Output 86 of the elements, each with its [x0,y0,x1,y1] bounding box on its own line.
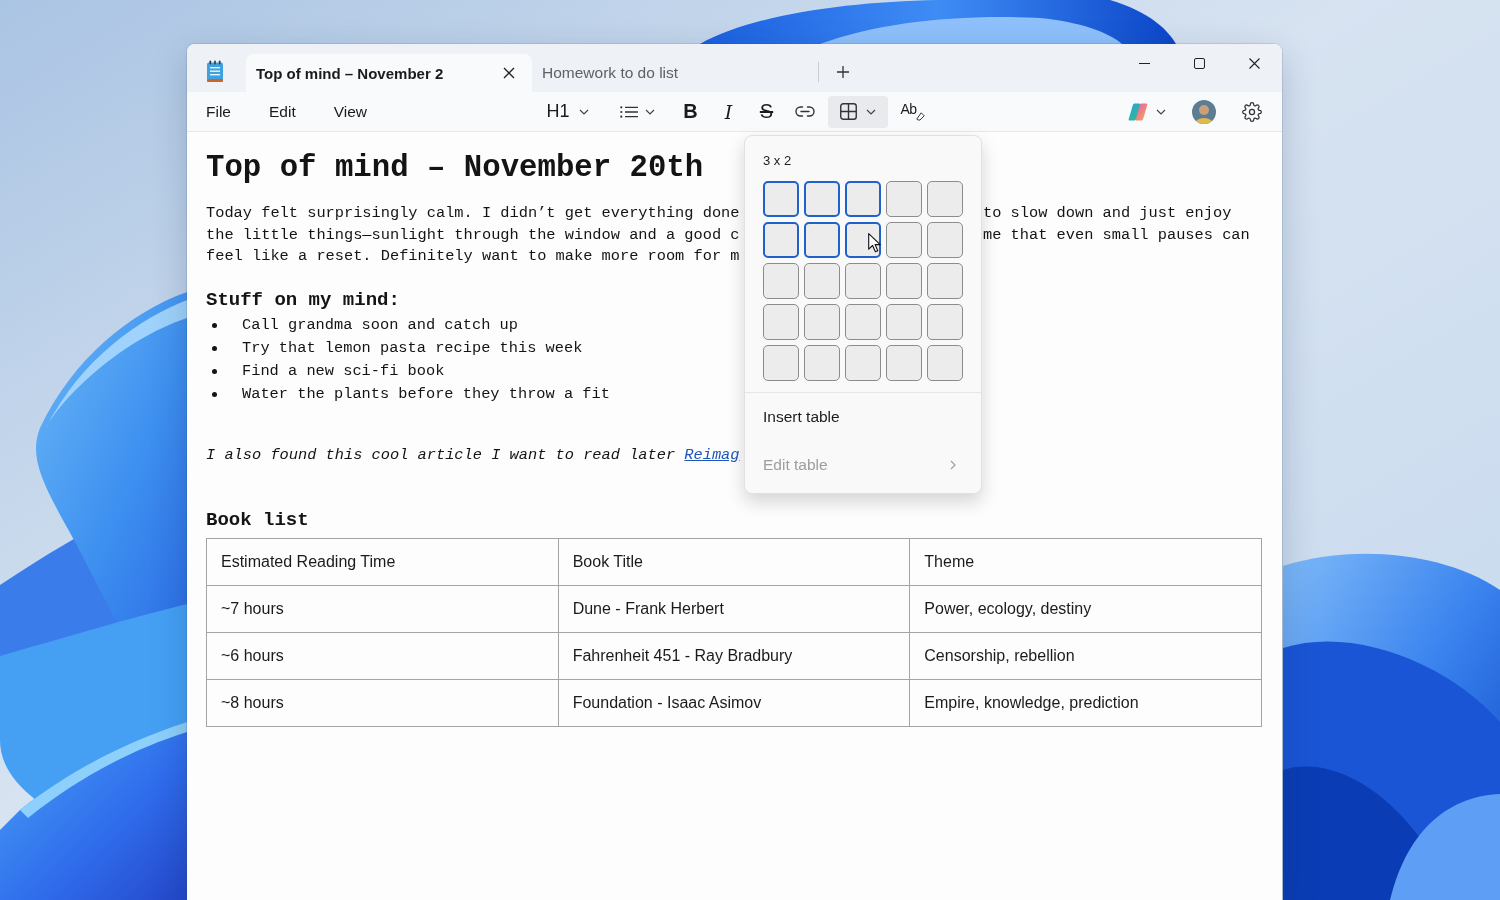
list-item-text: Try that lemon pasta recipe this week [242,338,583,359]
italic-button[interactable]: I [709,95,748,128]
table-icon [839,103,857,120]
article-link[interactable]: Reimag [684,445,740,464]
menu-item[interactable]: Edit [259,97,306,126]
clear-formatting-button[interactable]: Ab [893,95,932,128]
strikethrough-button[interactable]: S [747,95,786,128]
grid-cell[interactable] [886,345,922,381]
list-item-text: Find a new sci-fi book [242,361,445,382]
grid-cell[interactable] [927,263,963,299]
grid-cell[interactable] [886,263,922,299]
grid-cell[interactable] [804,263,840,299]
grid-cell[interactable] [886,304,922,340]
menu-item[interactable]: Insert table [745,393,981,441]
tab[interactable]: Top of mind – November 2 [246,54,532,92]
list-item-text: Call grandma soon and catch up [242,315,518,336]
eraser-icon [915,111,925,121]
grid-cell[interactable] [763,222,799,258]
paragraph-text: to slow down and just enjoy [983,203,1232,224]
grid-cell[interactable] [845,181,881,217]
close-icon [1249,57,1260,69]
swirl-logo-icon [1128,102,1148,121]
bullet-icon [212,392,217,397]
table-cell: ~8 hours [206,679,559,727]
settings-icon [1242,101,1262,122]
grid-cell[interactable] [804,304,840,340]
minimize-icon [1139,62,1150,64]
section-heading: Book list [206,508,309,533]
grid-cell[interactable] [845,304,881,340]
grid-cell[interactable] [763,181,799,217]
paragraph-text: me that even small pauses can [983,224,1250,246]
paragraph-text: Today felt surprisingly calm. I didn’t get everything done [206,203,740,224]
cursor-icon [868,233,881,253]
grid-cell[interactable] [845,345,881,381]
tab[interactable]: Homework to do list [532,54,818,92]
chevron-down-icon [1156,108,1166,115]
table-cell: ~7 hours [206,585,559,633]
grid-cell[interactable] [804,345,840,381]
avatar-icon [1192,99,1216,124]
table-cell: Fahrenheit 451 - Ray Bradbury [558,632,910,680]
bullet-icon [212,323,217,328]
grid-cell[interactable] [845,222,881,258]
list-item-text: Water the plants before they throw a fit [242,384,610,405]
grid-cell[interactable] [763,263,799,299]
chevron-down-icon [865,108,876,115]
table-cell: Foundation - Isaac Asimov [558,679,910,727]
heading-dropdown[interactable]: H1 [537,95,598,128]
notepad-icon [205,60,225,83]
grid-cell[interactable] [927,181,963,217]
grid-cell[interactable] [927,304,963,340]
section-heading: Stuff on my mind: [206,287,400,312]
paragraph-text: the little things—sunlight through the window and a good c [206,224,740,246]
grid-cell[interactable] [804,222,840,258]
document-title: Top of mind – November 20th [206,149,704,187]
list-icon [620,105,638,118]
bullet-icon [212,346,217,351]
grid-cell[interactable] [845,263,881,299]
table-cell: Dune - Frank Herbert [558,585,910,633]
note-text: I also found this cool article I want to read later Reimag [206,444,740,466]
paragraph-text: feel like a reset. Definitely want to make more room for m [206,246,740,267]
chevron-down-icon [578,108,589,115]
table-size-label: 3 x 2 [763,153,792,169]
column-header: Book Title [558,538,910,586]
grid-cell[interactable] [763,304,799,340]
menu-item[interactable]: File [196,97,241,126]
table-cell: ~6 hours [206,632,559,680]
grid-cell[interactable] [763,345,799,381]
grid-cell[interactable] [886,181,922,217]
grid-cell[interactable] [927,345,963,381]
grid-cell[interactable] [804,181,840,217]
grid-cell[interactable] [927,222,963,258]
grid-cell[interactable] [886,222,922,258]
close-icon [503,67,515,79]
column-header: Estimated Reading Time [206,538,559,586]
table-cell: Power, ecology, destiny [909,585,1262,633]
column-header: Theme [909,538,1262,586]
bullet-icon [212,369,217,374]
bold-button[interactable]: B [671,95,710,128]
table-cell: Censorship, rebellion [909,632,1262,680]
menu-item[interactable]: View [323,97,378,126]
link-icon [794,106,815,117]
table-dropdown[interactable] [827,95,888,128]
table-cell: Empire, knowledge, prediction [909,679,1262,727]
plus-icon [837,66,849,78]
maximize-icon [1194,57,1205,69]
chevron-down-icon [645,108,655,115]
